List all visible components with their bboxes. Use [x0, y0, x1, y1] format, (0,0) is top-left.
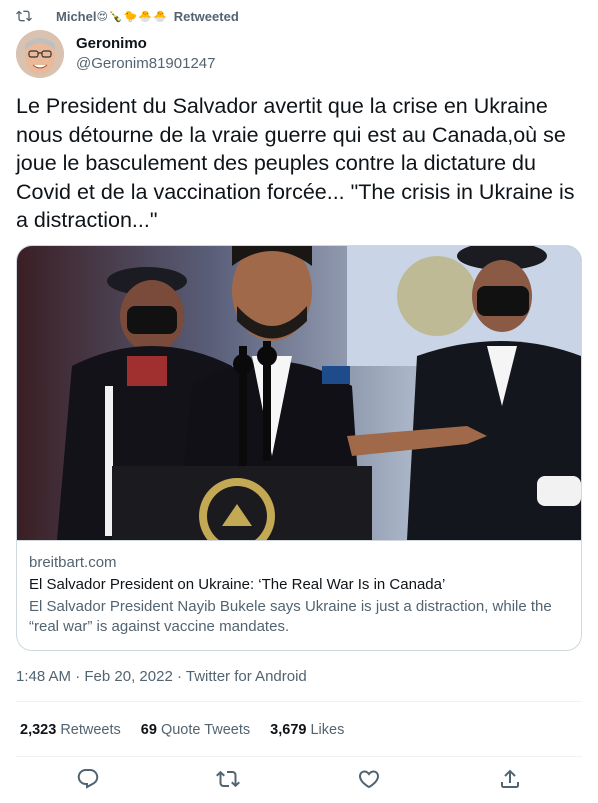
retweets-count: 2,323 [20, 722, 57, 738]
user-handle[interactable]: @Geronim81901247 [76, 54, 215, 74]
retweet-icon[interactable] [216, 767, 240, 791]
card-image [17, 246, 581, 540]
likes-stat[interactable]: 3,679 Likes [270, 720, 344, 740]
card-domain: breitbart.com [29, 554, 117, 571]
tweet-timestamp: 1:48 AM · Feb 20, 2022 · Twitter for And… [16, 667, 307, 687]
tweet-date[interactable]: Feb 20, 2022 [84, 668, 172, 685]
avatar-image [16, 30, 64, 78]
display-name[interactable]: Geronimo [76, 34, 215, 54]
tweet-actions [0, 762, 598, 796]
likes-count: 3,679 [270, 722, 307, 738]
link-card[interactable]: breitbart.com El Salvador President on U… [16, 245, 582, 651]
retweeter-name[interactable]: Michel [56, 9, 96, 24]
author-names: Geronimo @Geronim81901247 [76, 34, 215, 74]
card-meta: breitbart.com El Salvador President on U… [17, 540, 581, 637]
retweet-icon [16, 10, 32, 22]
likes-label: Likes [310, 722, 345, 738]
retweets-label: Retweets [60, 722, 121, 738]
retweeted-label: Retweeted [173, 8, 239, 24]
divider [16, 756, 582, 757]
retweets-stat[interactable]: 2,323 Retweets [20, 720, 121, 740]
share-icon[interactable] [498, 767, 522, 791]
reply-icon[interactable] [76, 767, 100, 791]
engagement-stats: 2,323 Retweets 69 Quote Tweets 3,679 Lik… [20, 720, 364, 740]
card-description: El Salvador President Nayib Bukele says … [29, 598, 552, 635]
quote-tweets-label: Quote Tweets [160, 722, 251, 738]
tweet-header: Geronimo @Geronim81901247 [16, 30, 215, 78]
separator: · [176, 668, 182, 685]
divider [16, 701, 582, 702]
quote-tweets-stat[interactable]: 69 Quote Tweets [141, 720, 250, 740]
retweet-context: Michel 😍🍾🐤🐣🐣 Retweeted [16, 6, 239, 26]
card-title[interactable]: El Salvador President on Ukraine: ‘The R… [29, 575, 569, 595]
tweet-time[interactable]: 1:48 AM [16, 668, 71, 685]
avatar[interactable] [16, 30, 64, 78]
retweeter-emojis: 😍🍾🐤🐣🐣 [96, 9, 168, 23]
quote-tweets-count: 69 [140, 722, 157, 738]
separator: · [75, 668, 81, 685]
tweet-source[interactable]: Twitter for Android [186, 668, 307, 685]
tweet-text: Le President du Salvador avertit que la … [16, 94, 575, 232]
like-heart-icon[interactable] [357, 767, 381, 791]
